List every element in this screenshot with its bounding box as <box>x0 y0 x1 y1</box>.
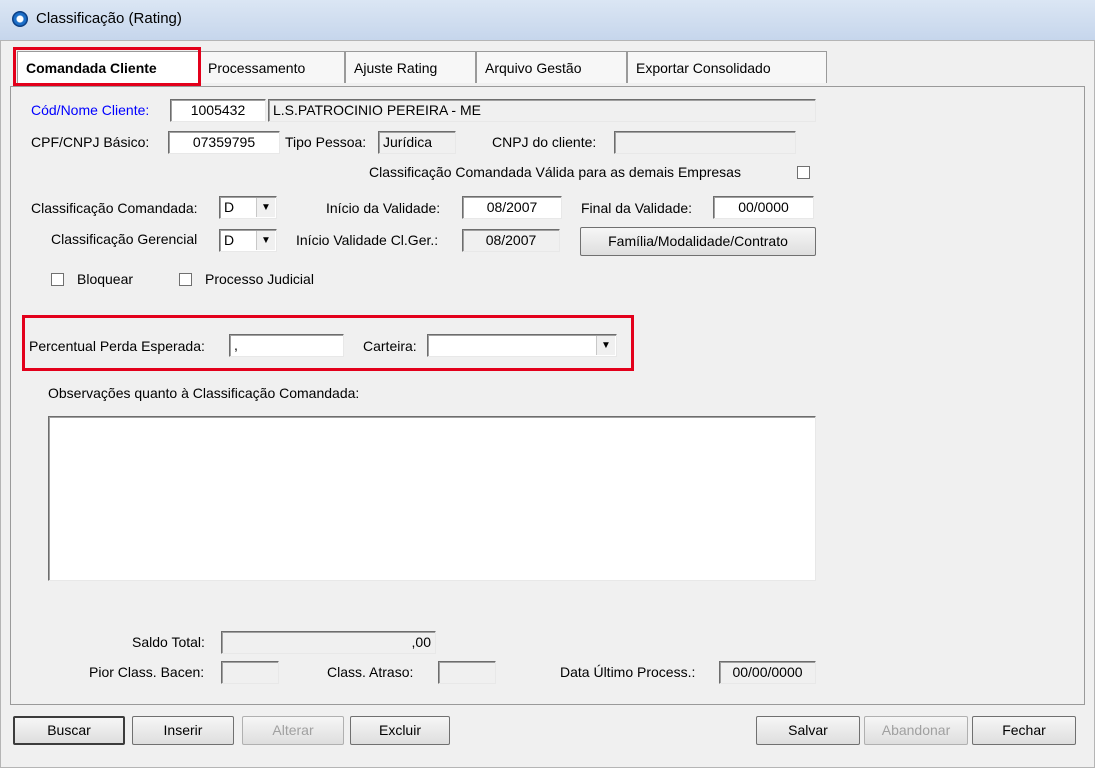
class-atraso-field[interactable] <box>438 661 496 684</box>
classificacao-gerencial-value: D <box>224 232 235 248</box>
classificacao-comandada-select[interactable]: D ▼ <box>219 196 277 219</box>
familia-modalidade-contrato-button[interactable]: Família/Modalidade/Contrato <box>580 227 816 256</box>
classificacao-valida-label: Classificação Comandada Válida para as d… <box>369 164 741 180</box>
final-validade-field[interactable]: 00/0000 <box>713 196 814 219</box>
classificacao-valida-checkbox[interactable] <box>797 166 810 179</box>
cpf-cnpj-field[interactable]: 07359795 <box>168 131 280 154</box>
window-title: Classificação (Rating) <box>36 10 182 27</box>
excluir-button[interactable]: Excluir <box>350 716 450 745</box>
inicio-validade-label: Início da Validade: <box>326 200 441 216</box>
pior-class-bacen-field[interactable] <box>221 661 279 684</box>
cod-nome-cliente-label: Cód/Nome Cliente: <box>31 102 150 118</box>
inicio-validade-field[interactable]: 08/2007 <box>462 196 562 219</box>
processo-judicial-checkbox[interactable] <box>179 273 192 286</box>
tab-processamento[interactable]: Processamento <box>199 51 345 83</box>
classificacao-comandada-label: Classificação Comandada: <box>31 200 198 216</box>
observacoes-label: Observações quanto à Classificação Coman… <box>48 385 360 401</box>
nome-cliente-field[interactable]: L.S.PATROCINIO PEREIRA - ME <box>268 99 816 122</box>
classificacao-comandada-value: D <box>224 199 235 215</box>
cnpj-cliente-label: CNPJ do cliente: <box>492 134 597 150</box>
bloquear-checkbox[interactable] <box>51 273 64 286</box>
processo-judicial-label: Processo Judicial <box>205 271 314 287</box>
saldo-total-label: Saldo Total: <box>132 634 205 650</box>
salvar-button[interactable]: Salvar <box>756 716 860 745</box>
percentual-perda-field[interactable]: , <box>229 334 344 357</box>
chevron-down-icon[interactable]: ▼ <box>256 198 275 217</box>
saldo-total-field[interactable]: ,00 <box>221 631 436 654</box>
carteira-label: Carteira: <box>363 338 417 354</box>
data-ultimo-process-label: Data Último Process.: <box>560 664 696 680</box>
fechar-button[interactable]: Fechar <box>972 716 1076 745</box>
cnpj-cliente-field[interactable] <box>614 131 796 154</box>
inicio-cl-ger-label: Início Validade Cl.Ger.: <box>296 232 439 248</box>
classificacao-gerencial-label: Classificação Gerencial <box>51 231 198 247</box>
cpf-cnpj-label: CPF/CNPJ Básico: <box>31 134 150 150</box>
title-bar: Classificação (Rating) <box>0 0 1095 41</box>
cod-cliente-field[interactable]: 1005432 <box>170 99 266 122</box>
class-atraso-label: Class. Atraso: <box>327 664 414 680</box>
alterar-button[interactable]: Alterar <box>242 716 344 745</box>
inicio-cl-ger-field[interactable]: 08/2007 <box>462 229 560 252</box>
tab-highlight-box <box>13 47 201 86</box>
final-validade-label: Final da Validade: <box>581 200 693 216</box>
data-ultimo-process-field[interactable]: 00/00/0000 <box>719 661 816 684</box>
pior-class-bacen-label: Pior Class. Bacen: <box>89 664 205 680</box>
classificacao-gerencial-select[interactable]: D ▼ <box>219 229 277 252</box>
tipo-pessoa-field[interactable]: Jurídica <box>378 131 456 154</box>
chevron-down-icon[interactable]: ▼ <box>596 336 615 355</box>
abandonar-button[interactable]: Abandonar <box>864 716 968 745</box>
percentual-perda-label: Percentual Perda Esperada: <box>29 338 205 354</box>
tab-ajuste-rating[interactable]: Ajuste Rating <box>345 51 476 83</box>
bloquear-label: Bloquear <box>77 271 134 287</box>
tab-exportar-consolidado[interactable]: Exportar Consolidado <box>627 51 827 83</box>
carteira-select[interactable]: ▼ <box>427 334 617 357</box>
inserir-button[interactable]: Inserir <box>132 716 234 745</box>
buscar-button[interactable]: Buscar <box>13 716 125 745</box>
chevron-down-icon[interactable]: ▼ <box>256 231 275 250</box>
app-icon <box>12 11 28 27</box>
tab-arquivo-gestao[interactable]: Arquivo Gestão <box>476 51 627 83</box>
tipo-pessoa-label: Tipo Pessoa: <box>285 134 367 150</box>
observacoes-textarea[interactable] <box>48 416 816 581</box>
